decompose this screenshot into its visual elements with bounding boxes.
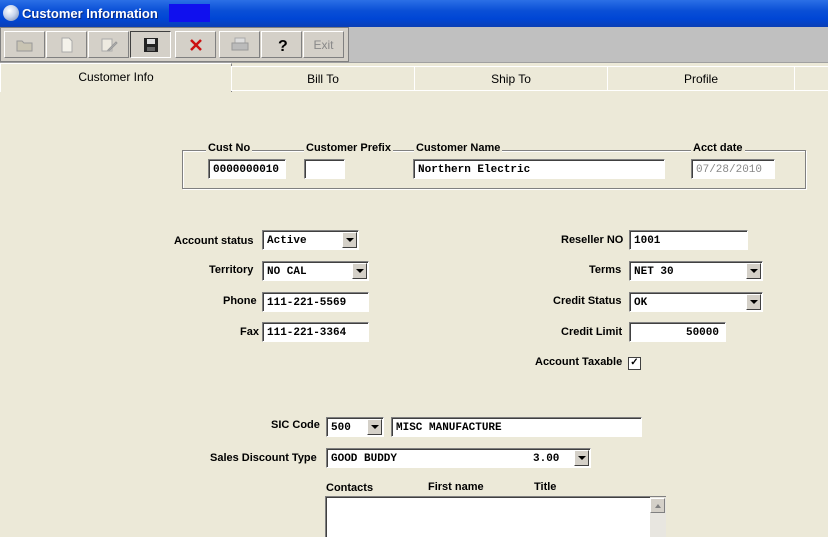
tab-divider — [231, 90, 828, 91]
exit-button[interactable]: Exit — [303, 31, 344, 58]
credit-limit-label: Credit Limit — [561, 326, 623, 338]
new-button[interactable] — [46, 31, 87, 58]
cust-no-field[interactable]: 0000000010 — [208, 159, 286, 179]
contacts-label: Contacts — [326, 482, 374, 494]
credit-status-dropdown-button[interactable] — [746, 294, 761, 310]
contacts-list[interactable] — [325, 496, 666, 537]
acct-date-label: Acct date — [691, 142, 745, 154]
credit-limit-field[interactable]: 50000 — [629, 322, 726, 342]
new-document-icon — [61, 37, 72, 52]
terms-value: NET 30 — [634, 266, 674, 278]
contacts-scrollbar[interactable] — [650, 497, 666, 537]
territory-label: Territory — [209, 264, 254, 276]
tab-more[interactable] — [794, 66, 828, 91]
tab-profile[interactable]: Profile — [607, 66, 795, 91]
credit-status-label: Credit Status — [553, 295, 622, 307]
terms-label: Terms — [589, 264, 622, 276]
chevron-down-icon — [577, 456, 586, 460]
terms-dropdown-button[interactable] — [746, 263, 761, 279]
sales-discount-dropdown-button[interactable] — [574, 450, 589, 466]
tab-ship-to[interactable]: Ship To — [414, 66, 608, 91]
customer-name-label: Customer Name — [414, 142, 503, 154]
scroll-up-button[interactable] — [650, 498, 665, 513]
help-icon: ? — [278, 38, 288, 54]
title-highlight-box — [169, 4, 210, 22]
sales-discount-name: GOOD BUDDY — [331, 453, 398, 465]
open-folder-icon — [16, 40, 32, 51]
title-bar: Customer Information — [0, 0, 828, 27]
account-status-value: Active — [267, 235, 307, 247]
terms-select[interactable]: NET 30 — [629, 261, 763, 281]
print-icon — [231, 37, 248, 50]
tab-strip: Customer Info Bill To Ship To Profile — [0, 63, 828, 92]
tab-bill-to[interactable]: Bill To — [231, 66, 415, 91]
svg-text:?: ? — [278, 38, 288, 54]
acct-date-field[interactable]: 07/28/2010 — [691, 159, 775, 179]
account-taxable-checkbox[interactable]: ✓ — [628, 357, 641, 370]
app-icon[interactable] — [3, 5, 19, 21]
first-name-column-header: First name — [428, 481, 484, 493]
territory-dropdown-button[interactable] — [352, 263, 367, 279]
credit-status-select[interactable]: OK — [629, 292, 763, 312]
sic-code-dropdown-button[interactable] — [367, 419, 382, 435]
edit-button[interactable] — [88, 31, 129, 58]
account-status-label: Account status — [174, 235, 254, 247]
sales-discount-amount: 3.00 — [533, 453, 560, 465]
open-button[interactable] — [4, 31, 45, 58]
phone-label: Phone — [223, 295, 257, 307]
territory-select[interactable]: NO CAL — [262, 261, 369, 281]
phone-field[interactable]: 111-221-5569 — [262, 292, 369, 312]
sales-discount-type-label: Sales Discount Type — [210, 452, 317, 464]
window-title: Customer Information — [22, 6, 158, 21]
edit-icon — [101, 38, 118, 51]
chevron-down-icon — [355, 269, 364, 273]
delete-button[interactable] — [175, 31, 216, 58]
sic-code-label: SIC Code — [271, 419, 320, 431]
title-column-header: Title — [534, 481, 557, 493]
toolbar-buttons: ? Exit — [0, 27, 349, 62]
sic-description-field[interactable]: MISC MANUFACTURE — [391, 417, 642, 437]
account-taxable-label: Account Taxable — [535, 356, 623, 368]
customer-prefix-label: Customer Prefix — [304, 142, 393, 154]
reseller-no-field[interactable]: 1001 — [629, 230, 748, 250]
save-button[interactable] — [130, 31, 171, 58]
sic-code-value: 500 — [331, 422, 351, 434]
chevron-down-icon — [345, 238, 354, 242]
print-button[interactable] — [219, 31, 260, 58]
delete-icon — [189, 38, 202, 51]
account-status-select[interactable]: Active — [262, 230, 359, 250]
chevron-down-icon — [370, 425, 379, 429]
customer-name-field[interactable]: Northern Electric — [413, 159, 665, 179]
save-icon — [143, 37, 158, 52]
territory-value: NO CAL — [267, 266, 307, 278]
chevron-up-icon — [654, 503, 661, 508]
credit-status-value: OK — [634, 297, 648, 309]
toolbar: ? Exit — [0, 27, 828, 63]
tab-customer-info[interactable]: Customer Info — [0, 63, 232, 92]
fax-label: Fax — [240, 326, 259, 338]
help-button[interactable]: ? — [261, 31, 302, 58]
account-status-dropdown-button[interactable] — [342, 232, 357, 248]
fax-field[interactable]: 111-221-3364 — [262, 322, 369, 342]
reseller-no-label: Reseller NO — [561, 234, 624, 246]
cust-no-label: Cust No — [206, 142, 253, 154]
chevron-down-icon — [749, 269, 758, 273]
sic-code-select[interactable]: 500 — [326, 417, 384, 437]
sales-discount-select[interactable]: GOOD BUDDY 3.00 — [326, 448, 591, 468]
chevron-down-icon — [749, 300, 758, 304]
customer-prefix-field[interactable] — [304, 159, 345, 179]
